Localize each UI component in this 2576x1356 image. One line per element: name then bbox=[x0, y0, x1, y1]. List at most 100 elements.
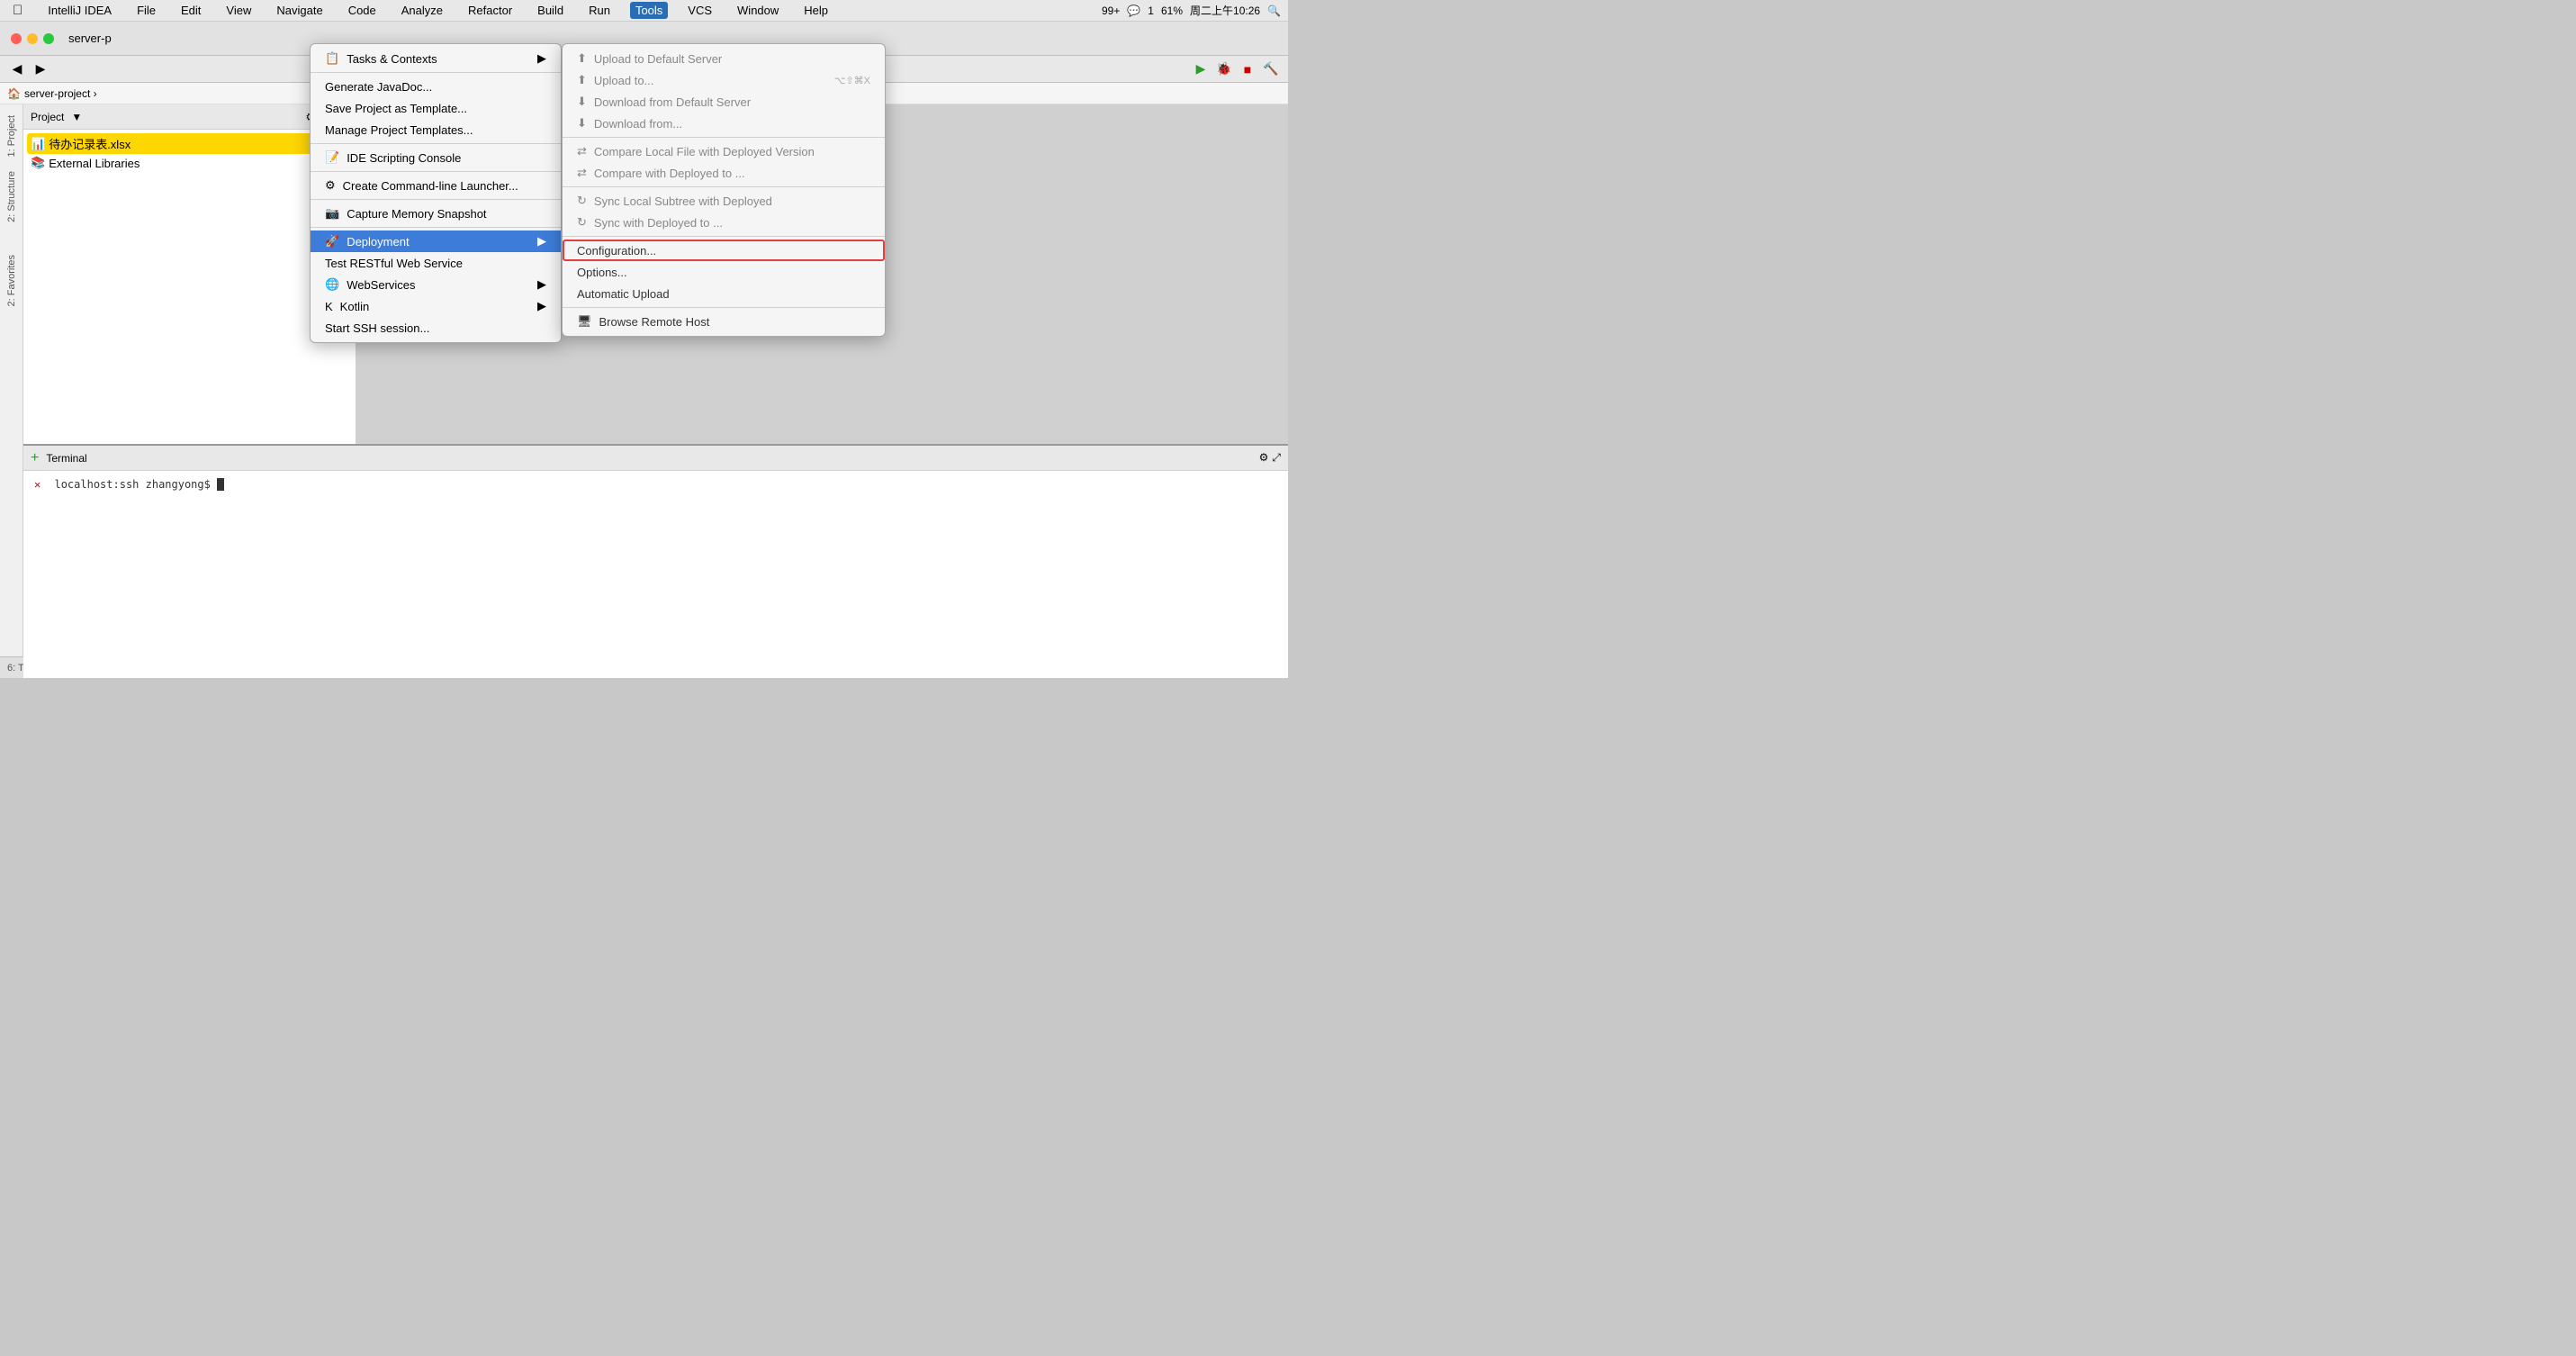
deploy-options[interactable]: Options... bbox=[563, 261, 885, 283]
battery-level: 61% bbox=[1161, 5, 1183, 17]
menu-intellij[interactable]: IntelliJ IDEA bbox=[42, 2, 117, 19]
wechat-icon: 💬 bbox=[1127, 5, 1140, 17]
clock: 周二上午10:26 bbox=[1190, 3, 1260, 18]
wechat-count: 1 bbox=[1148, 5, 1154, 17]
separator-2 bbox=[311, 143, 561, 144]
toolbar-build[interactable]: 🔨 bbox=[1261, 59, 1281, 79]
toolbar-stop[interactable]: ■ bbox=[1238, 59, 1257, 79]
deploy-sync-with[interactable]: ↻ Sync with Deployed to ... bbox=[563, 212, 885, 233]
submenu-sep-4 bbox=[563, 307, 885, 308]
menu-code[interactable]: Code bbox=[343, 2, 382, 19]
deploy-compare-with[interactable]: ⇄ Compare with Deployed to ... bbox=[563, 162, 885, 184]
deploy-compare-local[interactable]: ⇄ Compare Local File with Deployed Versi… bbox=[563, 140, 885, 162]
deploy-download-from[interactable]: ⬇ Download from... bbox=[563, 113, 885, 134]
scripting-icon: 📝 bbox=[325, 150, 339, 165]
breadcrumb: server-project › bbox=[24, 87, 97, 100]
minimize-button[interactable] bbox=[27, 33, 38, 44]
menu-restful[interactable]: Test RESTful Web Service bbox=[311, 252, 561, 274]
menu-kotlin[interactable]: K Kotlin ▶ bbox=[311, 295, 561, 317]
upload-to-shortcut: ⌥⇧⌘X bbox=[834, 75, 870, 86]
menu-view[interactable]: View bbox=[221, 2, 257, 19]
menu-ide-scripting[interactable]: 📝 IDE Scripting Console bbox=[311, 147, 561, 168]
deploy-auto-upload[interactable]: Automatic Upload bbox=[563, 283, 885, 304]
cmdline-icon: ⚙ bbox=[325, 178, 336, 193]
deploy-browse-remote[interactable]: 🖥 Browse Remote Host bbox=[563, 311, 885, 332]
deploy-arrow: ▶ bbox=[537, 234, 546, 249]
menu-run[interactable]: Run bbox=[583, 2, 616, 19]
menu-help[interactable]: Help bbox=[798, 2, 833, 19]
menu-capture-memory[interactable]: 📷 Capture Memory Snapshot bbox=[311, 203, 561, 224]
menu-save-template[interactable]: Save Project as Template... bbox=[311, 97, 561, 119]
left-sidebar: 1: Project 2: Structure 2: Favorites bbox=[0, 104, 23, 656]
terminal-panel: + Terminal ⚙ ⤢ ✕ localhost:ssh zhangyong… bbox=[23, 444, 1288, 678]
terminal-add-icon[interactable]: + bbox=[31, 450, 39, 466]
deploy-configuration[interactable]: Configuration... bbox=[563, 240, 885, 261]
maximize-button[interactable] bbox=[43, 33, 54, 44]
window-title: server-p bbox=[68, 32, 112, 45]
sidebar-tab-favorites[interactable]: 2: Favorites bbox=[3, 248, 21, 313]
libs-label: External Libraries bbox=[49, 157, 140, 170]
close-button[interactable] bbox=[11, 33, 22, 44]
apple-menu[interactable]:  bbox=[7, 1, 28, 20]
excel-filename: 待办记录表.xlsx bbox=[49, 135, 131, 152]
toolbar-run[interactable]: ▶ bbox=[1191, 59, 1211, 79]
kotlin-arrow: ▶ bbox=[537, 299, 546, 313]
menu-generate-javadoc[interactable]: Generate JavaDoc... bbox=[311, 76, 561, 97]
menu-tasks-contexts[interactable]: 📋 Tasks & Contexts ▶ bbox=[311, 48, 561, 69]
terminal-tab[interactable]: Terminal bbox=[46, 452, 86, 465]
memory-icon: 📷 bbox=[325, 206, 339, 221]
separator-1 bbox=[311, 72, 561, 73]
deploy-upload-default[interactable]: ⬆ Upload to Default Server bbox=[563, 48, 885, 69]
download-from-icon: ⬇ bbox=[577, 116, 587, 131]
sync-subtree-icon: ↻ bbox=[577, 194, 587, 208]
terminal-cursor bbox=[217, 478, 224, 491]
sync-with-icon: ↻ bbox=[577, 215, 587, 230]
tasks-icon: 📋 bbox=[325, 51, 339, 66]
notification-badge: 99+ bbox=[1102, 5, 1120, 17]
compare-with-icon: ⇄ bbox=[577, 166, 587, 180]
traffic-lights bbox=[11, 33, 54, 44]
terminal-header: + Terminal ⚙ ⤢ bbox=[23, 446, 1288, 471]
toolbar-forward[interactable]: ▶ bbox=[31, 59, 50, 79]
libs-icon: 📚 bbox=[31, 156, 45, 170]
ws-arrow: ▶ bbox=[537, 277, 546, 292]
submenu-sep-3 bbox=[563, 236, 885, 237]
sidebar-tab-project[interactable]: 1: Project bbox=[3, 108, 21, 164]
toolbar-debug[interactable]: 🐞 bbox=[1214, 59, 1234, 79]
menu-deployment[interactable]: 🚀 Deployment ▶ bbox=[311, 231, 561, 252]
menu-edit[interactable]: Edit bbox=[176, 2, 206, 19]
menu-analyze[interactable]: Analyze bbox=[396, 2, 448, 19]
menu-file[interactable]: File bbox=[131, 2, 161, 19]
terminal-content: ✕ localhost:ssh zhangyong$ bbox=[23, 471, 1288, 498]
deployment-submenu: ⬆ Upload to Default Server ⬆ Upload to..… bbox=[562, 43, 886, 337]
menu-window[interactable]: Window bbox=[732, 2, 784, 19]
download-default-icon: ⬇ bbox=[577, 95, 587, 109]
menu-webservices[interactable]: 🌐 WebServices ▶ bbox=[311, 274, 561, 295]
submenu-arrow: ▶ bbox=[537, 51, 546, 66]
ws-icon: 🌐 bbox=[325, 277, 339, 292]
terminal-settings-icon[interactable]: ⚙ bbox=[1259, 451, 1269, 465]
separator-3 bbox=[311, 171, 561, 172]
menu-refactor[interactable]: Refactor bbox=[463, 2, 518, 19]
menu-build[interactable]: Build bbox=[532, 2, 569, 19]
menu-vcs[interactable]: VCS bbox=[682, 2, 717, 19]
menu-navigate[interactable]: Navigate bbox=[271, 2, 328, 19]
terminal-prompt: localhost:ssh zhangyong$ bbox=[54, 478, 217, 491]
sidebar-tab-structure[interactable]: 2: Structure bbox=[3, 164, 21, 230]
menu-ssh-session[interactable]: Start SSH session... bbox=[311, 317, 561, 339]
deploy-sync-subtree[interactable]: ↻ Sync Local Subtree with Deployed bbox=[563, 190, 885, 212]
excel-icon: 📊 bbox=[31, 137, 45, 151]
project-file-excel[interactable]: 📊 待办记录表.xlsx bbox=[27, 133, 352, 154]
deploy-download-default[interactable]: ⬇ Download from Default Server bbox=[563, 91, 885, 113]
search-icon[interactable]: 🔍 bbox=[1267, 5, 1281, 17]
menu-tools[interactable]: Tools bbox=[630, 2, 668, 19]
deploy-upload-to[interactable]: ⬆ Upload to... ⌥⇧⌘X bbox=[563, 69, 885, 91]
terminal-expand-icon[interactable]: ⤢ bbox=[1272, 451, 1281, 465]
terminal-close-icon[interactable]: ✕ bbox=[34, 478, 41, 491]
toolbar-back[interactable]: ◀ bbox=[7, 59, 27, 79]
menu-cmdline-launcher[interactable]: ⚙ Create Command-line Launcher... bbox=[311, 175, 561, 196]
project-external-libraries[interactable]: 📚 External Libraries bbox=[27, 154, 352, 172]
menu-manage-templates[interactable]: Manage Project Templates... bbox=[311, 119, 561, 140]
menu-bar-left:  IntelliJ IDEA File Edit View Navigate … bbox=[7, 1, 833, 20]
upload-to-icon: ⬆ bbox=[577, 73, 587, 87]
